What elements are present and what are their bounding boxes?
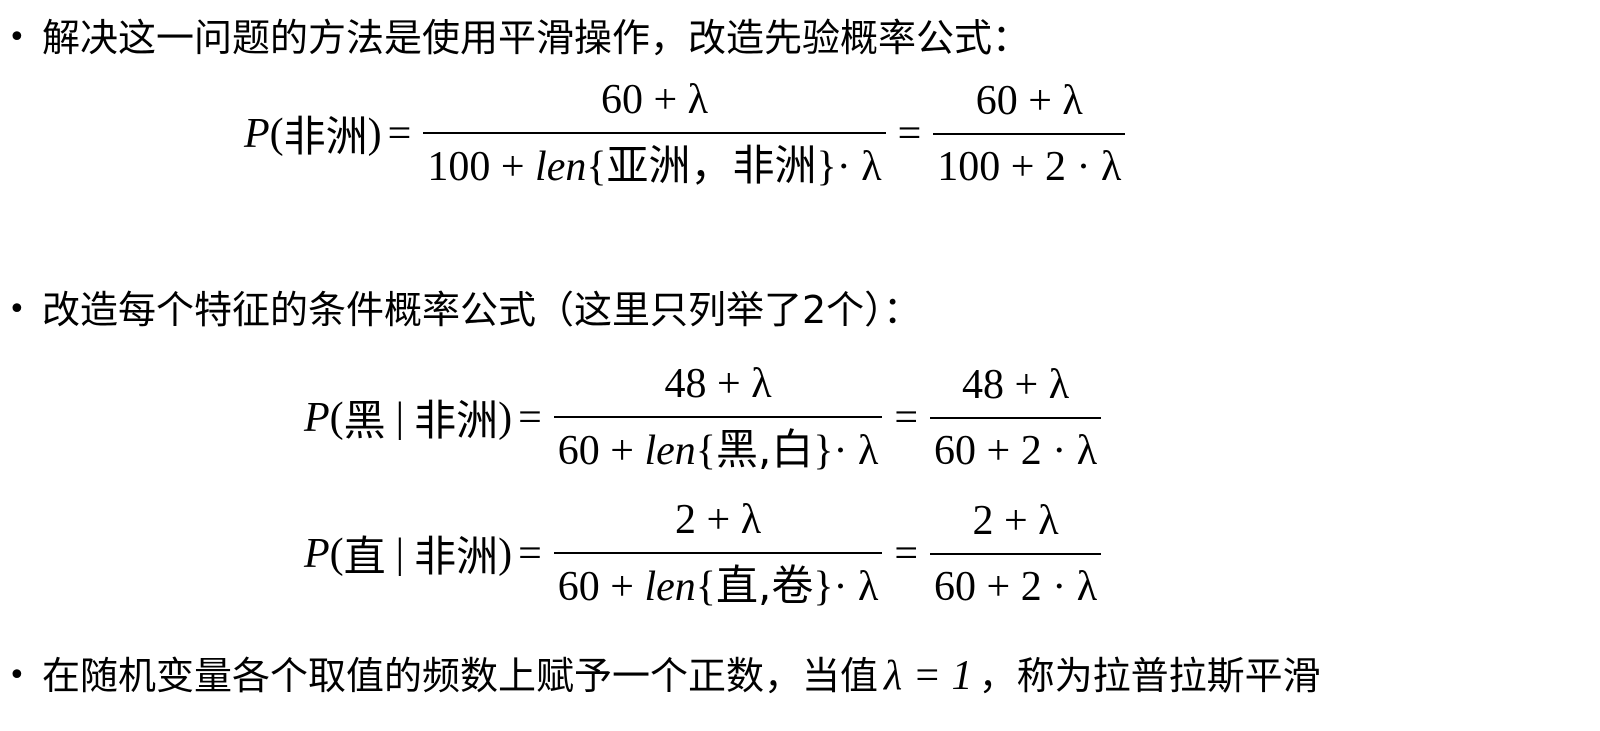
black-cond-a: 黑 (343, 396, 386, 445)
straight-cond-b: 非洲 (414, 532, 499, 581)
black-cond-b: 非洲 (414, 396, 499, 445)
straight-fraction-2: 2 + λ 60 + 2 · λ (930, 495, 1102, 613)
prior-set: 亚洲，非洲 (606, 141, 817, 190)
lambda-equation: λ = 1 (884, 653, 973, 699)
prior-frac1-denominator: 100 + len{亚洲，非洲}· λ (423, 132, 886, 193)
straight-fraction-1: 2 + λ 60 + len{直,卷}· λ (553, 494, 883, 613)
bullet-3-text-after: ，称为拉普拉斯平滑 (978, 654, 1321, 698)
prior-fraction-1: 60 + λ 100 + len{亚洲，非洲}· λ (423, 74, 886, 193)
straight-formula: P ( 直 | 非洲 ) = 2 + λ 60 + len{直,卷}· λ = … (304, 494, 1107, 613)
bullet-dot: • (8, 20, 26, 55)
prob-symbol: P (244, 110, 270, 157)
prior-formula: P ( 非洲 ) = 60 + λ 100 + len{亚洲，非洲}· λ = … (244, 74, 1131, 193)
straight-set: 直,卷 (715, 561, 814, 610)
prior-arg: 非洲 (283, 112, 368, 161)
bullet-1-text: 解决这一问题的方法是使用平滑操作，改造先验概率公式： (42, 16, 1031, 60)
prior-fraction-2: 60 + λ 100 + 2 · λ (933, 75, 1126, 193)
bullet-1: • 解决这一问题的方法是使用平滑操作，改造先验概率公式： (8, 14, 1030, 62)
black-fraction-2: 48 + λ 60 + 2 · λ (930, 359, 1102, 477)
bullet-3: • 在随机变量各个取值的频数上赋予一个正数，当值 λ = 1 ，称为拉普拉斯平滑 (8, 652, 1321, 700)
black-fraction-1: 48 + λ 60 + len{黑,白}· λ (553, 358, 883, 477)
prior-frac1-numerator: 60 + λ (600, 77, 708, 123)
prior-frac2-denominator: 100 + 2 · λ (933, 132, 1126, 193)
black-formula: P ( 黑 | 非洲 ) = 48 + λ 60 + len{黑,白}· λ =… (304, 358, 1107, 477)
bullet-2: • 改造每个特征的条件概率公式（这里只列举了2个）： (8, 286, 921, 334)
prior-frac2-numerator: 60 + λ (975, 77, 1083, 124)
bullet-dot: • (8, 292, 26, 327)
straight-cond-a: 直 (343, 532, 386, 581)
bullet-dot: • (8, 658, 26, 693)
black-set: 黑,白 (715, 425, 814, 474)
bullet-3-text-before: 在随机变量各个取值的频数上赋予一个正数，当值 (42, 654, 879, 698)
bullet-2-text: 改造每个特征的条件概率公式（这里只列举了2个）： (42, 288, 922, 332)
